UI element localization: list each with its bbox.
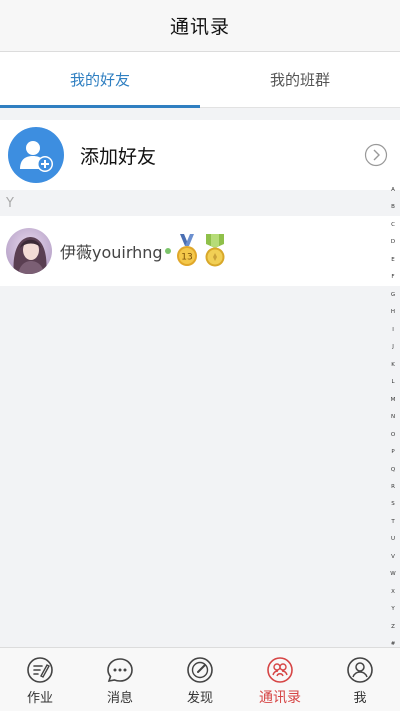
index-letter[interactable]: K: [391, 362, 395, 369]
index-letter[interactable]: Z: [391, 624, 395, 631]
index-letter[interactable]: R: [391, 484, 395, 491]
tab-my-class-groups[interactable]: 我的班群: [200, 52, 400, 107]
add-friend-label: 添加好友: [80, 145, 157, 168]
nav-item-homework[interactable]: 作业: [0, 648, 80, 711]
nav-item-me[interactable]: 我: [320, 648, 400, 711]
index-letter[interactable]: J: [392, 345, 394, 351]
index-letter[interactable]: F: [391, 275, 394, 281]
nav-label-discover: 发现: [186, 691, 213, 706]
index-letter[interactable]: Y: [391, 607, 394, 613]
medal-level-text: 13: [181, 253, 192, 263]
index-letter[interactable]: Q: [391, 467, 395, 474]
index-letter[interactable]: C: [391, 222, 395, 229]
level-medal-icon: 13: [176, 234, 197, 266]
achievement-medal-icon: [205, 234, 225, 267]
index-letter[interactable]: I: [392, 327, 394, 334]
nav-label-contacts: 通讯录: [259, 690, 301, 706]
homework-icon: [27, 657, 53, 683]
profile-icon: [347, 657, 373, 683]
message-icon: [107, 658, 133, 683]
alphabet-index-bar[interactable]: A B C D E F G H I J K L M N O P Q R S T U V W X Y Z #: [388, 187, 398, 648]
index-letter[interactable]: P: [391, 450, 394, 456]
add-user-icon: [8, 127, 64, 183]
index-letter[interactable]: O: [391, 432, 395, 439]
tab-my-friends[interactable]: 我的好友: [0, 52, 200, 108]
online-status-dot: [164, 248, 171, 254]
index-letter[interactable]: E: [391, 257, 394, 264]
index-letter[interactable]: H: [391, 310, 395, 316]
contacts-icon: [267, 657, 293, 683]
index-letter[interactable]: S: [391, 502, 395, 508]
nav-label-messages: 消息: [106, 691, 133, 706]
index-letter[interactable]: U: [391, 537, 395, 543]
index-letter[interactable]: X: [391, 589, 395, 596]
discover-icon: [187, 657, 213, 683]
add-friend-row[interactable]: 添加好友: [0, 120, 400, 190]
index-letter[interactable]: D: [391, 240, 395, 246]
index-letter[interactable]: G: [391, 292, 395, 299]
bottom-nav: 作业 消息 发现 通讯录 我: [0, 647, 400, 711]
nav-item-discover[interactable]: 发现: [160, 648, 240, 711]
top-bar: 通讯录: [0, 0, 400, 52]
index-letter[interactable]: A: [391, 187, 395, 194]
friend-list-item[interactable]: 伊薇youirhng 13: [0, 216, 400, 286]
nav-label-me: 我: [353, 691, 367, 706]
index-letter[interactable]: M: [391, 397, 396, 404]
friend-name: 伊薇youirhng: [60, 243, 163, 262]
index-letter[interactable]: L: [391, 380, 394, 386]
index-letter[interactable]: N: [391, 415, 395, 421]
tab-bar: 我的好友 我的班群: [0, 52, 400, 108]
index-letter[interactable]: V: [391, 554, 395, 561]
index-letter[interactable]: B: [391, 205, 395, 211]
page-title: 通讯录: [169, 16, 230, 38]
index-letter[interactable]: T: [391, 519, 394, 526]
nav-label-homework: 作业: [26, 691, 53, 706]
nav-item-messages[interactable]: 消息: [80, 648, 160, 711]
nav-item-contacts[interactable]: 通讯录: [240, 648, 320, 711]
index-letter[interactable]: W: [390, 572, 395, 578]
section-header-letter: Y: [6, 196, 14, 211]
avatar: [6, 228, 52, 274]
chevron-right-icon: [364, 143, 388, 167]
